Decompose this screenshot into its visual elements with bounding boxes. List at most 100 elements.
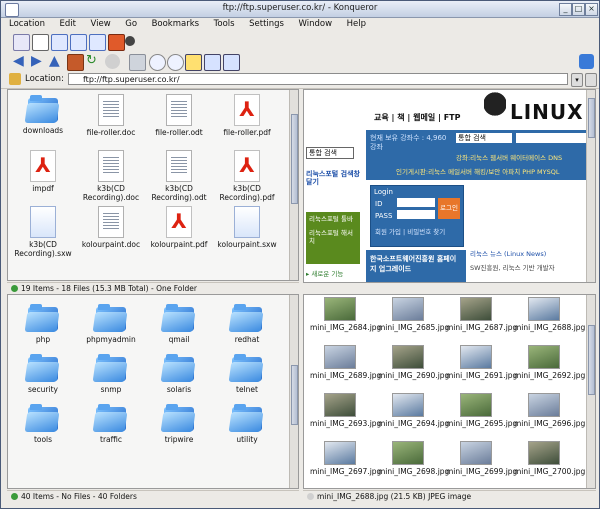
image-item[interactable]: mini_IMG_2694.jpg	[378, 393, 449, 428]
lecture-news[interactable]: 강좌:리눅스 웹서버 웨이터메이스 DNS	[456, 152, 594, 162]
image-item[interactable]: mini_IMG_2695.jpg	[446, 393, 517, 428]
close-icon[interactable]: ×	[585, 3, 598, 16]
home-icon[interactable]	[67, 54, 84, 71]
folder-item[interactable]: snmp	[80, 353, 142, 394]
folder-item[interactable]: telnet	[216, 353, 278, 394]
menu-window[interactable]: Window	[299, 19, 333, 29]
tile-h-icon[interactable]	[51, 34, 68, 51]
up-icon[interactable]: ▲	[49, 54, 64, 69]
print-icon[interactable]	[129, 54, 146, 71]
linux-news-item[interactable]: SW진흥원, 리눅스 기반 개발자	[470, 262, 594, 272]
file-item[interactable]: ⅄ kolourpaint.pdf	[148, 206, 210, 249]
folder-item[interactable]: phpmyadmin	[80, 303, 142, 344]
folder-item[interactable]: utility	[216, 403, 278, 444]
popular-boards[interactable]: 인기게시판:리눅스 메일서버 해킹/보안 아파치 PHP MYSQL	[396, 166, 592, 176]
menu-tools[interactable]: Tools	[214, 19, 235, 29]
web-view-pane[interactable]: 교육 | 책 | 웹메일 | FTP LINUX 통합 검색 리눅스포털 검색창…	[303, 89, 596, 283]
image-item[interactable]: mini_IMG_2692.jpg	[514, 345, 585, 380]
file-item[interactable]: file-roller.odt	[148, 94, 210, 137]
image-item[interactable]: mini_IMG_2690.jpg	[378, 345, 449, 380]
folder-item[interactable]: php	[12, 303, 74, 344]
new-feature-link[interactable]: ▸ 새로운 기능	[306, 268, 343, 278]
image-item[interactable]: mini_IMG_2698.jpg	[378, 441, 449, 476]
folder-item[interactable]: solaris	[148, 353, 210, 394]
web-scrollbar[interactable]	[586, 90, 595, 282]
nav-ftp[interactable]: FTP	[444, 113, 461, 122]
location-dropdown-icon[interactable]: ▾	[571, 73, 583, 87]
image-item[interactable]: mini_IMG_2688.jpg	[514, 297, 585, 332]
preview-icon[interactable]	[32, 34, 49, 51]
file-item[interactable]: kolourpaint.doc	[80, 206, 142, 249]
image-item[interactable]: mini_IMG_2691.jpg	[446, 345, 517, 380]
menu-go[interactable]: Go	[125, 19, 137, 29]
file-item[interactable]: ⅄ k3b(CD Recording).pdf	[216, 150, 278, 202]
stop-icon[interactable]	[105, 54, 120, 69]
login-pass-input[interactable]	[397, 210, 435, 219]
folder-item[interactable]: traffic	[80, 403, 142, 444]
file-item[interactable]: ⅄ impdf	[12, 150, 74, 193]
icon-view-icon[interactable]	[185, 54, 202, 71]
folder-item[interactable]: security	[12, 353, 74, 394]
image-item[interactable]: mini_IMG_2685.jpg	[378, 297, 449, 332]
file-item[interactable]: k3b(CD Recording).doc	[80, 150, 142, 202]
file-item[interactable]: file-roller.doc	[80, 94, 142, 137]
menu-location[interactable]: Location	[9, 19, 45, 29]
single-view-icon[interactable]	[89, 34, 106, 51]
folder-item[interactable]: tools	[12, 403, 74, 444]
folder-item[interactable]: qmail	[148, 303, 210, 344]
portal-search-link[interactable]: 리눅스포털 검색창 달기	[306, 170, 360, 186]
file-item[interactable]: k3b(CD Recording).odt	[148, 150, 210, 202]
bottom-left-scrollbar[interactable]	[289, 295, 298, 488]
nav-books[interactable]: 책	[397, 113, 404, 122]
image-item[interactable]: mini_IMG_2684.jpg	[310, 297, 381, 332]
image-item[interactable]: mini_IMG_2689.jpg	[310, 345, 381, 380]
title-bar[interactable]: ftp://ftp.superuser.co.kr/ - Konqueror _…	[1, 1, 599, 18]
menu-edit[interactable]: Edit	[60, 19, 76, 29]
menu-bookmarks[interactable]: Bookmarks	[152, 19, 200, 29]
ftp-file-pane[interactable]: downloads file-roller.doc file-roller.odt ⅄…	[7, 89, 299, 281]
portal-search-select[interactable]: 통합 검색	[306, 147, 354, 159]
menu-help[interactable]: Help	[347, 19, 366, 29]
linux-news-title[interactable]: 리눅스 뉴스 (Linux News)	[470, 248, 594, 258]
back-icon[interactable]: ◀	[13, 54, 28, 69]
forward-icon[interactable]: ▶	[31, 54, 46, 69]
go-icon[interactable]	[585, 73, 597, 87]
image-item[interactable]: mini_IMG_2693.jpg	[310, 393, 381, 428]
site-search-input[interactable]	[516, 133, 592, 143]
maximize-icon[interactable]: □	[572, 3, 585, 16]
zoom-out-icon[interactable]	[167, 54, 184, 71]
web-scroll-thumb[interactable]	[588, 98, 595, 138]
hat-icon[interactable]	[125, 36, 135, 46]
file-item[interactable]: kolourpaint.sxw	[216, 206, 278, 249]
image-item[interactable]: mini_IMG_2687.jpg	[446, 297, 517, 332]
zoom-in-icon[interactable]	[149, 54, 166, 71]
folder-item[interactable]: tripwire	[148, 403, 210, 444]
image-item[interactable]: mini_IMG_2697.jpg	[310, 441, 381, 476]
top-left-scrollbar[interactable]	[289, 90, 298, 280]
nav-education[interactable]: 교육	[374, 113, 389, 122]
folder-item[interactable]: redhat	[216, 303, 278, 344]
minimize-icon[interactable]: _	[559, 3, 572, 16]
tile-v-icon[interactable]	[70, 34, 87, 51]
kipa-banner[interactable]: 한국소프트웨어진흥원 홈페이지 업그레이드	[366, 250, 466, 282]
toolbar-promo[interactable]: 리눅스포털 툴바 리눅스포털 해서치	[306, 212, 360, 264]
tree-view-icon[interactable]	[223, 54, 240, 71]
image-item[interactable]: mini_IMG_2696.jpg	[514, 393, 585, 428]
file-item[interactable]: k3b(CD Recording).sxw	[12, 206, 74, 258]
menu-settings[interactable]: Settings	[249, 19, 284, 29]
location-input[interactable]: ftp://ftp.superuser.co.kr/	[68, 73, 568, 85]
bottom-right-scrollbar[interactable]	[586, 295, 595, 488]
image-item[interactable]: mini_IMG_2699.jpg	[446, 441, 517, 476]
menu-view[interactable]: View	[91, 19, 111, 29]
split-view-icon[interactable]	[13, 34, 30, 51]
login-button[interactable]: 로그인	[438, 198, 460, 219]
scroll-thumb-br[interactable]	[588, 325, 595, 395]
scroll-thumb[interactable]	[291, 114, 298, 204]
folder-pane[interactable]: php phpmyadmin qmail redhat security snmp sola…	[7, 294, 299, 489]
reload-icon[interactable]: ↻	[86, 54, 101, 69]
image-view-icon[interactable]	[108, 34, 125, 51]
nav-webmail[interactable]: 웹메일	[413, 113, 435, 122]
site-search-select[interactable]: 통합 검색	[456, 133, 512, 143]
image-pane[interactable]: mini_IMG_2684.jpg mini_IMG_2685.jpg mini_I…	[303, 294, 596, 489]
file-item[interactable]: ⅄ file-roller.pdf	[216, 94, 278, 137]
